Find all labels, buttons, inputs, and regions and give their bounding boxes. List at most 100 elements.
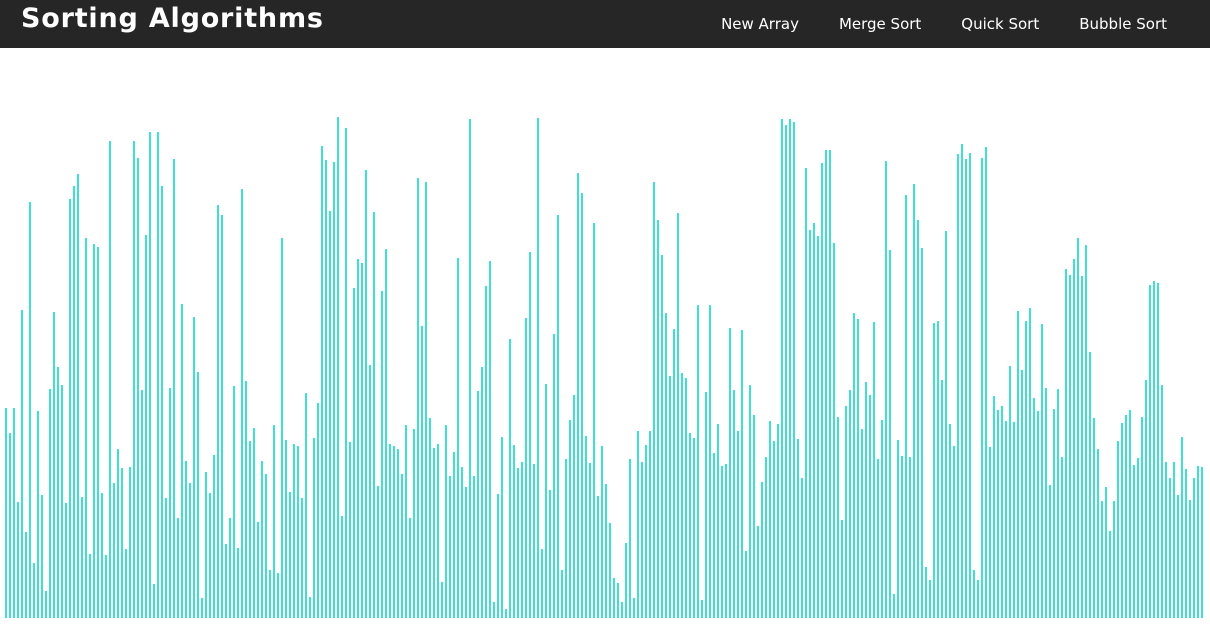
- array-bar: [937, 321, 939, 618]
- array-bar: [321, 146, 323, 618]
- navbar: Sorting Algorithms New Array Merge Sort …: [0, 0, 1210, 48]
- array-bar: [337, 117, 339, 618]
- array-bar: [1153, 281, 1155, 618]
- array-bar: [65, 503, 67, 618]
- array-bar: [1105, 487, 1107, 618]
- array-bar: [401, 474, 403, 618]
- array-bar: [361, 263, 363, 618]
- array-bar: [1089, 352, 1091, 618]
- array-bar: [849, 390, 851, 618]
- array-bar: [1057, 389, 1059, 618]
- array-bar: [1181, 437, 1183, 618]
- array-bar: [813, 223, 815, 618]
- array-bar: [25, 532, 27, 618]
- array-bar: [369, 365, 371, 618]
- array-bar: [473, 476, 475, 618]
- array-bar: [549, 490, 551, 618]
- array-bar: [1197, 466, 1199, 618]
- array-bar: [1025, 321, 1027, 618]
- bubble-sort-button[interactable]: Bubble Sort: [1079, 15, 1167, 33]
- array-bar: [189, 483, 191, 618]
- array-bar: [97, 247, 99, 618]
- array-bar: [449, 476, 451, 618]
- array-bar: [545, 384, 547, 618]
- array-bar: [557, 215, 559, 618]
- array-bar: [209, 493, 211, 618]
- array-bar: [469, 119, 471, 618]
- array-bar: [601, 446, 603, 618]
- array-bar: [945, 231, 947, 618]
- array-bar: [597, 496, 599, 618]
- array-bar: [561, 570, 563, 618]
- array-bar: [81, 497, 83, 618]
- quick-sort-button[interactable]: Quick Sort: [961, 15, 1039, 33]
- array-bar: [173, 159, 175, 618]
- array-bar: [477, 391, 479, 618]
- array-bar: [553, 334, 555, 618]
- array-bar: [261, 461, 263, 618]
- array-bar: [809, 230, 811, 618]
- array-bar: [1033, 398, 1035, 618]
- array-bar: [825, 150, 827, 618]
- array-bar: [1189, 500, 1191, 618]
- array-bar: [941, 380, 943, 618]
- array-bar: [1005, 421, 1007, 618]
- array-bar: [665, 313, 667, 618]
- array-bar: [1045, 388, 1047, 618]
- array-bar: [433, 448, 435, 618]
- array-bar: [793, 122, 795, 618]
- array-bar: [777, 424, 779, 618]
- array-bar: [577, 173, 579, 618]
- array-bar: [441, 582, 443, 618]
- array-bar: [73, 186, 75, 618]
- array-bar: [1177, 495, 1179, 618]
- array-bar: [53, 312, 55, 618]
- array-bar: [465, 487, 467, 618]
- array-bar: [617, 583, 619, 618]
- array-bar: [1037, 411, 1039, 618]
- array-bar: [509, 339, 511, 618]
- array-bar: [901, 456, 903, 618]
- array-bar: [909, 457, 911, 618]
- merge-sort-button[interactable]: Merge Sort: [839, 15, 921, 33]
- array-bar: [1061, 457, 1063, 618]
- array-bar: [493, 602, 495, 618]
- array-bar: [749, 385, 751, 618]
- array-bar: [37, 411, 39, 618]
- array-bar: [525, 318, 527, 618]
- array-bar: [669, 376, 671, 618]
- array-bar: [5, 408, 7, 618]
- array-bar: [325, 160, 327, 618]
- array-bar: [613, 578, 615, 618]
- array-bar: [869, 395, 871, 618]
- array-bar: [605, 484, 607, 618]
- new-array-button[interactable]: New Array: [721, 15, 799, 33]
- array-bars-container: [0, 48, 1210, 624]
- array-bar: [301, 498, 303, 618]
- array-bar: [1009, 366, 1011, 618]
- array-bar: [385, 249, 387, 618]
- array-bar: [981, 158, 983, 618]
- array-bar: [461, 467, 463, 618]
- array-bar: [445, 425, 447, 618]
- array-bar: [1013, 422, 1015, 618]
- array-bar: [257, 522, 259, 618]
- array-bar: [177, 518, 179, 618]
- array-bar: [141, 390, 143, 618]
- array-bar: [481, 367, 483, 618]
- array-bar: [1049, 485, 1051, 618]
- array-bar: [289, 492, 291, 618]
- array-bar: [737, 431, 739, 618]
- array-bar: [1065, 269, 1067, 618]
- array-bar: [853, 313, 855, 618]
- array-bar: [41, 495, 43, 618]
- array-bar: [761, 482, 763, 618]
- array-bar: [1021, 370, 1023, 618]
- array-bar: [1201, 467, 1203, 618]
- app-title: Sorting Algorithms: [21, 3, 324, 34]
- array-bar: [877, 459, 879, 618]
- array-bar: [417, 178, 419, 618]
- array-bar: [1133, 465, 1135, 618]
- array-bar: [829, 150, 831, 618]
- array-bar: [629, 459, 631, 618]
